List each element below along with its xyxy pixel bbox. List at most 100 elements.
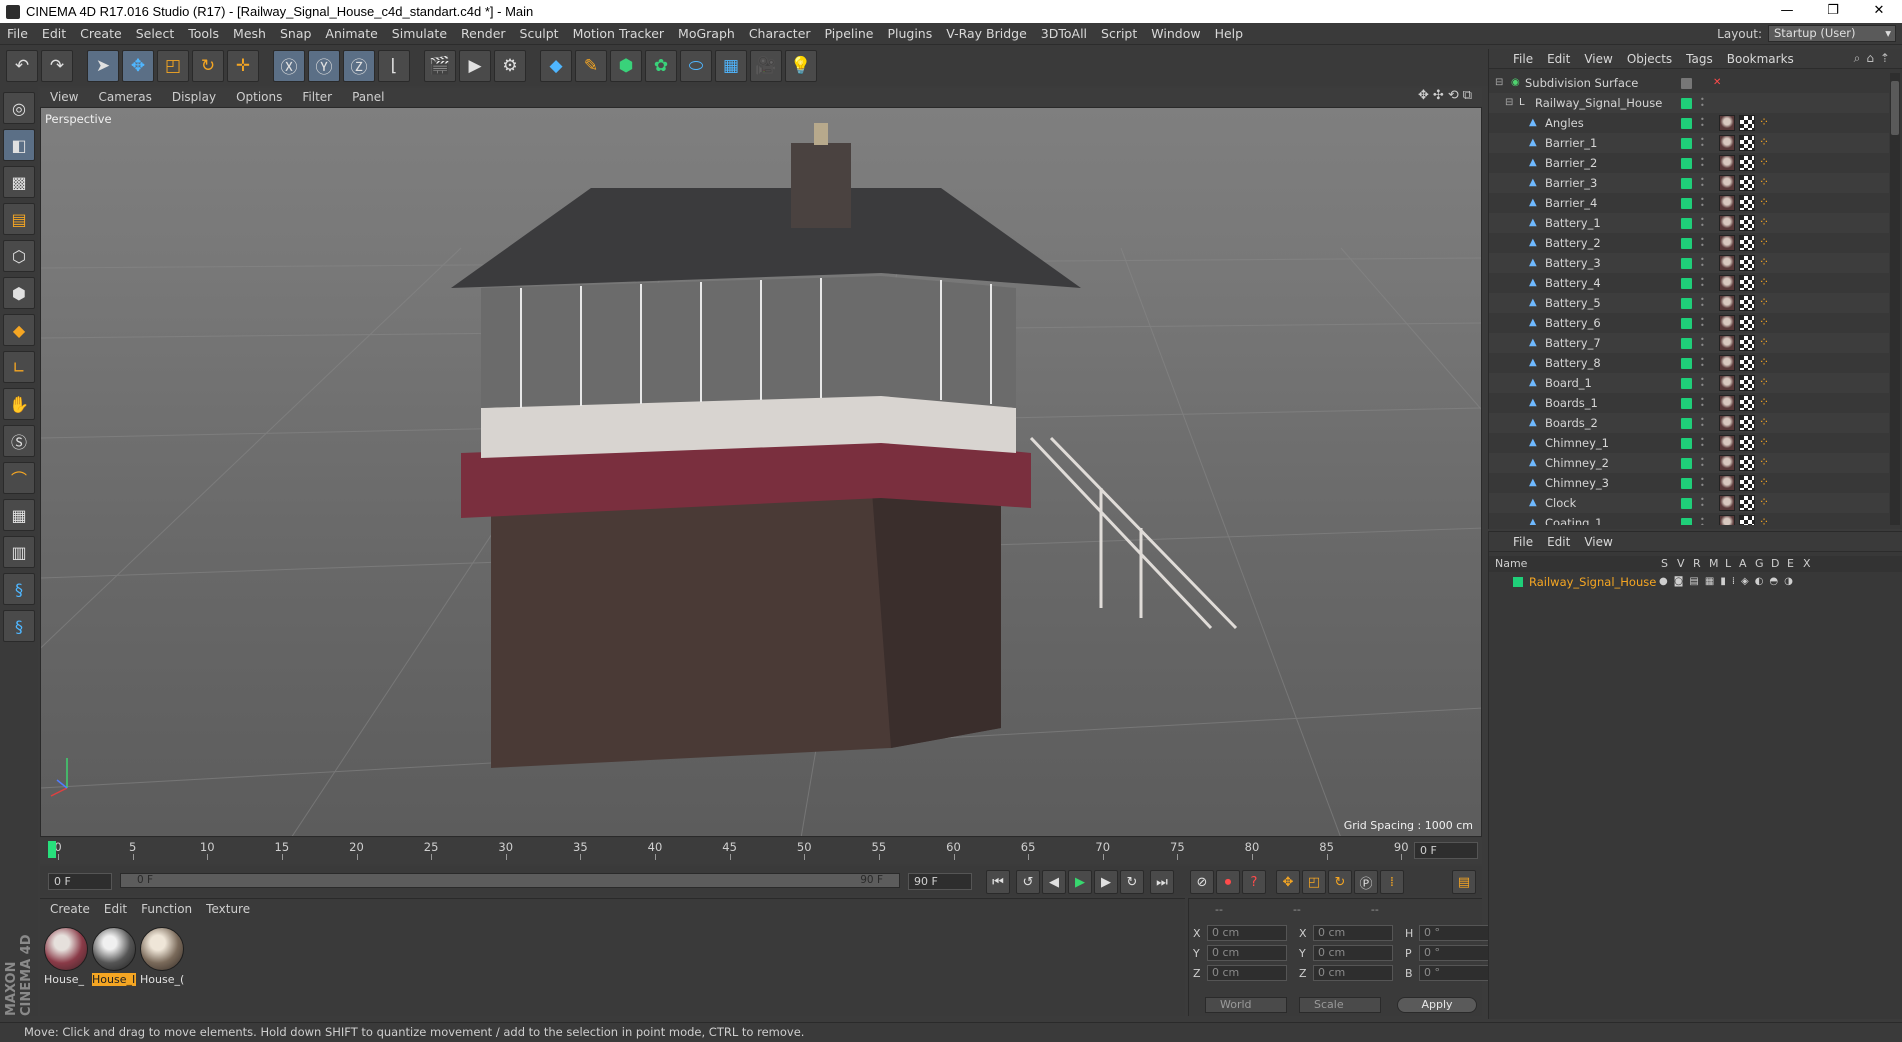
object-row[interactable]: ▲ Barrier_4 • • ⁘ bbox=[1489, 193, 1889, 213]
texture-tag-icon[interactable] bbox=[1719, 395, 1735, 411]
selection-tag-icon[interactable]: ⁘ bbox=[1759, 495, 1775, 511]
go-to-start-icon[interactable]: ⏮ bbox=[986, 870, 1010, 894]
uvw-tag-icon[interactable] bbox=[1739, 295, 1755, 311]
visibility-toggle[interactable] bbox=[1681, 278, 1692, 289]
visibility-toggle[interactable] bbox=[1681, 378, 1692, 389]
grid-snap-icon[interactable]: ▦ bbox=[3, 499, 35, 531]
render-dots[interactable]: •• bbox=[1700, 236, 1705, 250]
deformer-icon[interactable]: ⬭ bbox=[680, 49, 712, 82]
material-menu-edit[interactable]: Edit bbox=[104, 902, 127, 916]
polygons-mode-icon[interactable]: ◆ bbox=[3, 314, 35, 346]
move-icon[interactable]: ✥ bbox=[122, 49, 154, 82]
disable-icon[interactable]: ✕ bbox=[1713, 78, 1723, 88]
texture-tag-icon[interactable] bbox=[1719, 335, 1735, 351]
menu-mesh[interactable]: Mesh bbox=[226, 26, 273, 41]
minimize-icon[interactable]: — bbox=[1764, 0, 1810, 23]
selection-tag-icon[interactable]: ⁘ bbox=[1759, 395, 1775, 411]
selection-tag-icon[interactable]: ⁘ bbox=[1759, 255, 1775, 271]
layer-menu-view[interactable]: View bbox=[1584, 535, 1612, 549]
select-arrow-icon[interactable]: ➤ bbox=[87, 49, 119, 82]
texture-mode-icon[interactable]: ▩ bbox=[3, 166, 35, 198]
object-menu-objects[interactable]: Objects bbox=[1627, 52, 1672, 66]
render-dots[interactable]: •• bbox=[1700, 196, 1705, 210]
layer-menu-edit[interactable]: Edit bbox=[1547, 535, 1570, 549]
menu-plugins[interactable]: Plugins bbox=[880, 26, 939, 41]
timeline-ruler[interactable]: 0 5 10 15 20 25 30 35 40 45 50 55 60 65 70 75 80 85 90 bbox=[50, 840, 1410, 862]
selection-tag-icon[interactable]: ⁘ bbox=[1759, 175, 1775, 191]
object-list-scrollbar[interactable] bbox=[1890, 73, 1900, 525]
selection-tag-icon[interactable]: ⁘ bbox=[1759, 375, 1775, 391]
camera-icon[interactable]: 🎥 bbox=[750, 49, 782, 82]
render-dots[interactable]: •• bbox=[1700, 396, 1705, 410]
texture-tag-icon[interactable] bbox=[1719, 235, 1735, 251]
menu-script[interactable]: Script bbox=[1094, 26, 1144, 41]
key-parameter-icon[interactable]: Ⓟ bbox=[1354, 870, 1378, 894]
menu-vray-bridge[interactable]: V-Ray Bridge bbox=[939, 26, 1034, 41]
uvw-tag-icon[interactable] bbox=[1739, 495, 1755, 511]
key-pla-icon[interactable]: ⁞ bbox=[1380, 870, 1404, 894]
texture-tag-icon[interactable] bbox=[1719, 515, 1735, 525]
material-menu-texture[interactable]: Texture bbox=[206, 902, 250, 916]
selection-tag-icon[interactable]: ⁘ bbox=[1759, 335, 1775, 351]
selection-tag-icon[interactable]: ⁘ bbox=[1759, 135, 1775, 151]
position-z-field[interactable]: 0 cm bbox=[1207, 965, 1287, 981]
menu-character[interactable]: Character bbox=[742, 26, 818, 41]
object-row[interactable]: ▲ Battery_8 • • ⁘ bbox=[1489, 353, 1889, 373]
pen-spline-icon[interactable]: ✎ bbox=[575, 49, 607, 82]
uvw-tag-icon[interactable] bbox=[1739, 255, 1755, 271]
layout-dropdown[interactable]: Startup (User) bbox=[1768, 25, 1896, 42]
object-row[interactable]: ▲ Chimney_1 • • ⁘ bbox=[1489, 433, 1889, 453]
render-dots[interactable]: •• bbox=[1700, 276, 1705, 290]
render-dots[interactable]: •• bbox=[1700, 116, 1705, 130]
rotation-h-field[interactable]: 0 ° bbox=[1419, 925, 1499, 941]
array-icon[interactable]: ✿ bbox=[645, 49, 677, 82]
render-picture-viewer-icon[interactable]: ▶ bbox=[459, 49, 491, 82]
go-to-end-icon[interactable]: ⏭ bbox=[1150, 870, 1174, 894]
scale-icon[interactable]: ◰ bbox=[157, 49, 189, 82]
cube-icon[interactable]: ◆ bbox=[540, 49, 572, 82]
current-frame-field[interactable]: 0 F bbox=[1414, 842, 1478, 859]
object-row[interactable]: ▲ Battery_6 • • ⁘ bbox=[1489, 313, 1889, 333]
visibility-toggle[interactable] bbox=[1681, 178, 1692, 189]
texture-tag-icon[interactable] bbox=[1719, 175, 1735, 191]
texture-tag-icon[interactable] bbox=[1719, 315, 1735, 331]
selection-tag-icon[interactable]: ⁘ bbox=[1759, 235, 1775, 251]
locked-workplane-icon[interactable]: ▥ bbox=[3, 536, 35, 568]
visibility-toggle[interactable] bbox=[1681, 478, 1692, 489]
position-y-field[interactable]: 0 cm bbox=[1207, 945, 1287, 961]
visibility-toggle[interactable] bbox=[1681, 518, 1692, 525]
material-swatch[interactable]: House_( bbox=[140, 927, 184, 989]
layer-row[interactable]: Railway_Signal_House ●◙▤▦▮⁞◈◐◓◑ bbox=[1489, 573, 1902, 591]
render-dots[interactable]: •• bbox=[1700, 296, 1705, 310]
key-position-icon[interactable]: ✥ bbox=[1276, 870, 1300, 894]
axis-mode-icon[interactable]: ∟ bbox=[3, 351, 35, 383]
uvw-tag-icon[interactable] bbox=[1739, 455, 1755, 471]
menu-simulate[interactable]: Simulate bbox=[385, 26, 454, 41]
object-row[interactable]: ▲ Battery_7 • • ⁘ bbox=[1489, 333, 1889, 353]
redo-icon[interactable]: ↷ bbox=[41, 49, 73, 82]
object-row[interactable]: ▲ Battery_1 • • ⁘ bbox=[1489, 213, 1889, 233]
menu-mograph[interactable]: MoGraph bbox=[671, 26, 742, 41]
menu-help[interactable]: Help bbox=[1208, 26, 1251, 41]
selection-tag-icon[interactable]: ⁘ bbox=[1759, 275, 1775, 291]
render-dots[interactable]: •• bbox=[1700, 176, 1705, 190]
selection-tag-icon[interactable]: ⁘ bbox=[1759, 475, 1775, 491]
edges-mode-icon[interactable]: ⬢ bbox=[3, 277, 35, 309]
uvw-tag-icon[interactable] bbox=[1739, 115, 1755, 131]
object-row[interactable]: ▲ Battery_4 • • ⁘ bbox=[1489, 273, 1889, 293]
texture-tag-icon[interactable] bbox=[1719, 415, 1735, 431]
material-swatch[interactable]: House_ bbox=[44, 927, 88, 989]
uvw-tag-icon[interactable] bbox=[1739, 155, 1755, 171]
selection-tag-icon[interactable]: ⁘ bbox=[1759, 455, 1775, 471]
menu-tools[interactable]: Tools bbox=[181, 26, 226, 41]
object-row[interactable]: ▲ Battery_5 • • ⁘ bbox=[1489, 293, 1889, 313]
visibility-toggle[interactable] bbox=[1681, 258, 1692, 269]
object-row[interactable]: ▲ Battery_2 • • ⁘ bbox=[1489, 233, 1889, 253]
menu-3dtoall[interactable]: 3DToAll bbox=[1034, 26, 1094, 41]
texture-tag-icon[interactable] bbox=[1719, 295, 1735, 311]
visibility-toggle[interactable] bbox=[1681, 78, 1692, 89]
visibility-toggle[interactable] bbox=[1681, 418, 1692, 429]
y-axis-icon[interactable]: Ⓨ bbox=[308, 49, 340, 82]
menu-select[interactable]: Select bbox=[129, 26, 182, 41]
render-dots[interactable]: •• bbox=[1700, 516, 1705, 526]
